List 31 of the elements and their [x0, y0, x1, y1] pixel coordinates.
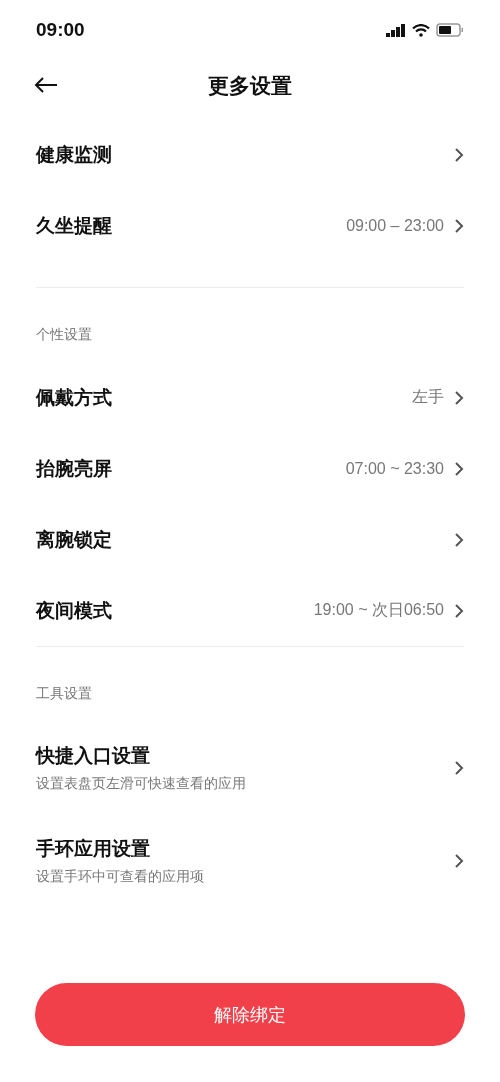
chevron-right-icon — [454, 531, 464, 548]
section-label: 个性设置 — [36, 325, 93, 344]
setting-title[interactable]: 手环应用设置 — [36, 835, 454, 862]
chevron-right-icon — [454, 759, 464, 776]
setting-title[interactable]: 夜间模式 — [36, 597, 314, 624]
setting-title[interactable]: 离腕锁定 — [36, 526, 454, 553]
setting-value: 左手 — [412, 387, 444, 407]
setting-title[interactable]: 久坐提醒 — [36, 212, 347, 239]
setting-title[interactable]: 快捷入口设置 — [36, 742, 454, 769]
status-time: 09:00 — [36, 19, 85, 41]
setting-value: 07:00 ~ 23:30 — [345, 459, 444, 478]
setting-description: 设置表盘页左滑可快速查看的应用 — [36, 774, 247, 793]
setting-description: 设置手环中可查看的应用项 — [36, 867, 205, 886]
battery-icon — [436, 23, 464, 37]
chevron-right-icon — [454, 146, 464, 163]
wifi-icon — [412, 23, 430, 37]
chevron-right-icon — [454, 602, 464, 619]
setting-value: 09:00 – 23:00 — [346, 216, 444, 235]
setting-title[interactable]: 抬腕亮屏 — [36, 455, 346, 482]
chevron-right-icon — [454, 217, 464, 234]
section-label: 工具设置 — [36, 684, 93, 703]
setting-title[interactable]: 佩戴方式 — [36, 384, 412, 411]
chevron-right-icon — [454, 852, 464, 869]
unbind-button[interactable]: 解除绑定 — [35, 983, 465, 1046]
signal-icon — [386, 23, 406, 37]
chevron-right-icon — [454, 389, 464, 406]
chevron-right-icon — [454, 460, 464, 477]
back-arrow-icon[interactable] — [34, 76, 58, 94]
page-title: 更多设置 — [208, 73, 292, 100]
setting-title[interactable]: 健康监测 — [36, 141, 454, 168]
setting-value: 19:00 ~ 次日06:50 — [313, 600, 444, 620]
